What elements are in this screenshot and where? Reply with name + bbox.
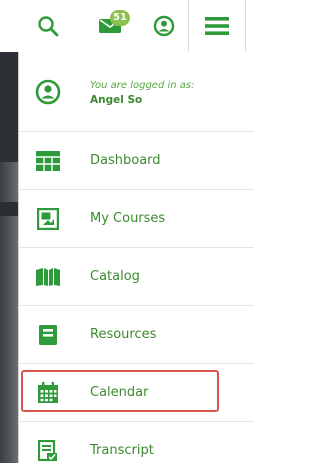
background-edge xyxy=(0,52,18,463)
user-circle-icon xyxy=(153,15,175,37)
messages-button[interactable] xyxy=(82,0,138,52)
resources-notebook-icon xyxy=(35,322,61,348)
main-menu-button[interactable] xyxy=(188,0,246,52)
courses-icon xyxy=(35,206,61,232)
search-icon xyxy=(38,16,59,37)
logged-in-user: You are logged in as: Angel So xyxy=(19,52,254,132)
transcript-document-icon xyxy=(35,438,61,463)
search-button[interactable] xyxy=(28,0,68,52)
menu-item-my-courses[interactable]: My Courses xyxy=(19,190,254,248)
logged-in-caption: You are logged in as: xyxy=(90,80,195,91)
menu-item-resources[interactable]: Resources xyxy=(19,306,254,364)
user-avatar xyxy=(35,79,61,105)
background-edge-dark xyxy=(0,52,18,162)
menu-item-transcript[interactable]: Transcript xyxy=(19,422,254,463)
app-frame: 51 You are logged in as: Angel So Dashbo… xyxy=(0,0,254,463)
hamburger-menu-icon xyxy=(205,17,229,35)
message-count-badge: 51 xyxy=(110,10,130,26)
user-name: Angel So xyxy=(90,94,143,106)
menu-item-catalog[interactable]: Catalog xyxy=(19,248,254,306)
menu-item-label: Dashboard xyxy=(90,153,161,168)
menu-item-label: Resources xyxy=(90,327,157,342)
menu-item-label: Catalog xyxy=(90,269,140,284)
menu-item-label: Transcript xyxy=(90,443,154,458)
user-circle-icon xyxy=(35,79,61,104)
menu-item-label: Calendar xyxy=(90,385,149,400)
background-edge-band xyxy=(0,202,18,216)
menu-item-calendar[interactable]: Calendar xyxy=(19,364,254,422)
catalog-book-icon xyxy=(35,264,61,290)
dashboard-grid-icon xyxy=(35,148,61,174)
calendar-icon xyxy=(35,380,61,406)
navigation-menu: You are logged in as: Angel So Dashboard xyxy=(18,52,254,463)
top-toolbar: 51 xyxy=(0,0,254,53)
menu-item-label: My Courses xyxy=(90,211,166,226)
menu-item-dashboard[interactable]: Dashboard xyxy=(19,132,254,190)
profile-button[interactable] xyxy=(144,0,184,52)
